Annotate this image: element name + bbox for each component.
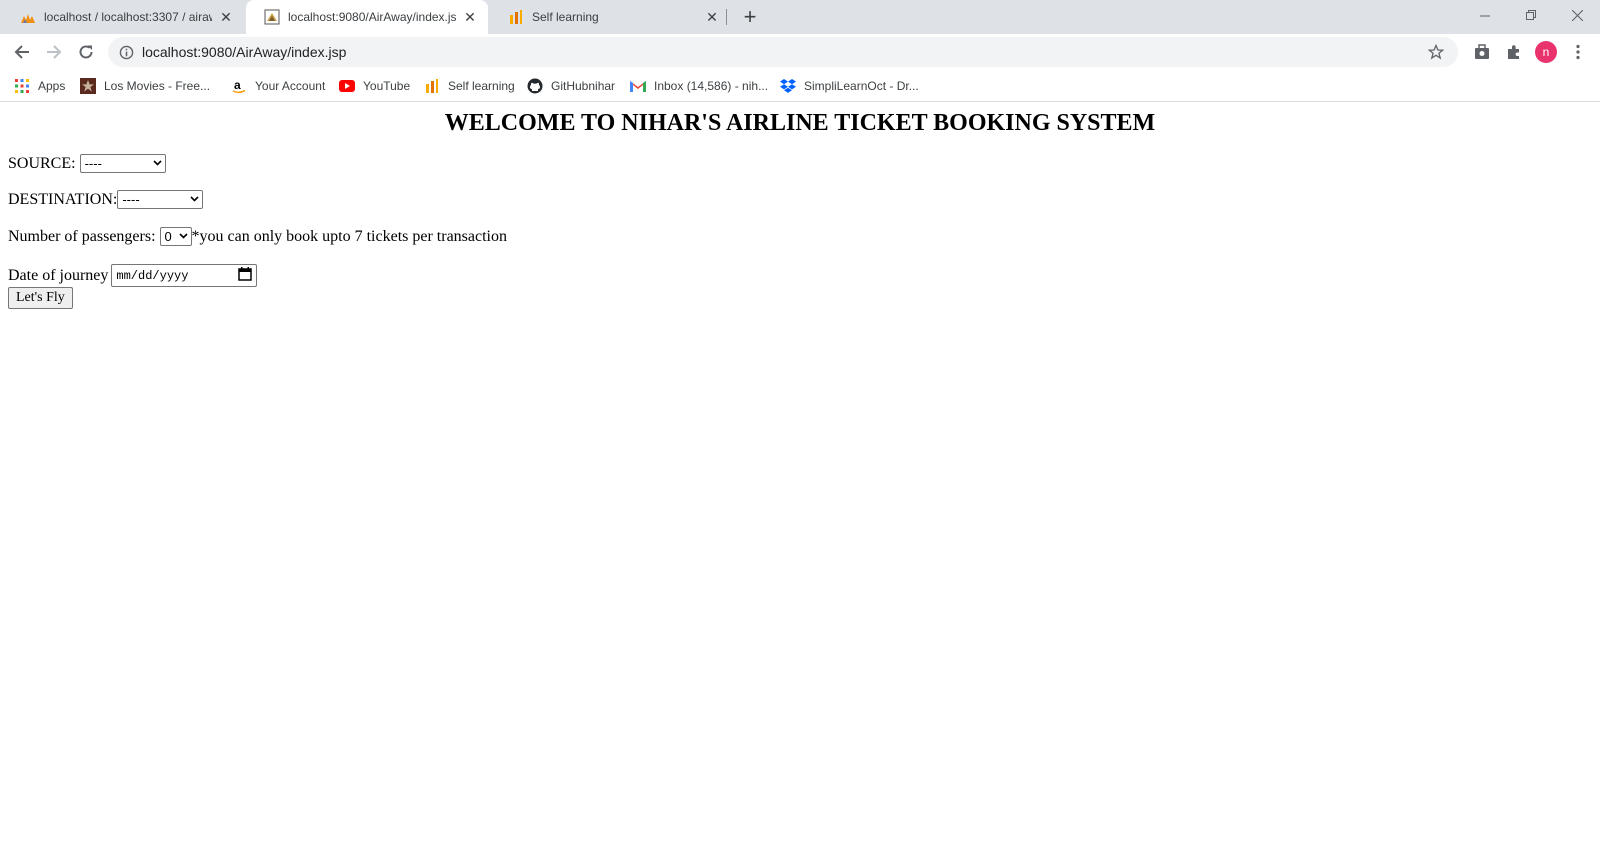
tab-title: Self learning (532, 10, 599, 24)
bookmark-self-learning[interactable]: Self learning (424, 76, 515, 96)
bookmark-dropbox[interactable]: SimpliLearnOct - Dr... (780, 76, 919, 96)
address-bar[interactable]: localhost:9080/AirAway/index.jsp (108, 37, 1458, 67)
page-favicon-icon (264, 9, 280, 25)
source-select[interactable]: ---- (79, 154, 166, 173)
bookmark-label: GitHubnihar (551, 79, 616, 93)
bookmark-github[interactable]: GitHubnihar (527, 76, 615, 96)
passengers-row: Number of passengers: 0 *you can only bo… (8, 227, 507, 246)
new-tab-button[interactable]: + (737, 4, 763, 30)
reload-button[interactable] (72, 38, 100, 66)
bookmark-label: Inbox (14,586) - nih... (654, 79, 769, 93)
analytics-icon (424, 78, 440, 94)
tab-phpmyadmin[interactable]: localhost / localhost:3307 / airaw ✕ (2, 0, 244, 34)
minimize-button[interactable] (1462, 0, 1508, 30)
tab-title: localhost / localhost:3307 / airaw (44, 10, 212, 24)
restore-button[interactable] (1508, 0, 1554, 30)
bookmark-apps[interactable]: Apps (14, 76, 65, 96)
destination-select[interactable]: ---- (117, 190, 204, 209)
destination-label: DESTINATION: (8, 190, 118, 208)
youtube-icon (339, 78, 355, 94)
page-title: WELCOME TO NIHAR'S AIRLINE TICKET BOOKIN… (444, 110, 1156, 136)
browser-toolbar: localhost:9080/AirAway/index.jsp n (0, 34, 1600, 70)
svg-text:a: a (234, 78, 241, 92)
tab-separator (726, 9, 727, 25)
close-icon[interactable]: ✕ (218, 9, 234, 25)
date-label: Date of journey (8, 266, 109, 284)
info-icon[interactable] (118, 44, 134, 60)
passengers-selected-value: 0 (164, 229, 172, 244)
url-text[interactable]: localhost:9080/AirAway/index.jsp (142, 44, 346, 60)
bookmark-your-account[interactable]: a Your Account (231, 76, 325, 96)
bookmark-label: YouTube (363, 79, 411, 93)
bookmark-label: SimpliLearnOct - Dr... (804, 79, 919, 93)
calendar-icon[interactable] (238, 266, 253, 285)
bookmark-label: Apps (38, 79, 66, 93)
source-row: SOURCE: ---- (8, 154, 166, 173)
back-button[interactable] (8, 38, 36, 66)
passengers-note: *you can only book upto 7 tickets per tr… (191, 227, 507, 245)
chevron-down-icon (178, 231, 188, 242)
extension-icon[interactable] (1470, 40, 1494, 64)
bookmark-label: Your Account (255, 79, 326, 93)
passengers-label: Number of passengers: (8, 227, 156, 245)
tab-airaway[interactable]: localhost:9080/AirAway/index.jsp ✕ (246, 0, 488, 34)
puzzle-icon[interactable] (1502, 40, 1526, 64)
lets-fly-button[interactable]: Let's Fly (8, 287, 73, 309)
tab-strip: localhost / localhost:3307 / airaw ✕ loc… (0, 0, 1600, 34)
passengers-select[interactable]: 0 (159, 227, 192, 246)
gmail-icon (630, 78, 646, 94)
close-icon[interactable]: ✕ (462, 9, 478, 25)
bookmark-label: Self learning (448, 79, 515, 93)
avatar[interactable]: n (1535, 41, 1557, 63)
dropbox-icon (780, 78, 796, 94)
analytics-icon (508, 9, 524, 25)
page-content: WELCOME TO NIHAR'S AIRLINE TICKET BOOKIN… (0, 102, 1600, 860)
close-window-button[interactable] (1554, 0, 1600, 30)
date-field[interactable]: mm/dd/yyyy (111, 264, 258, 287)
forward-button[interactable] (40, 38, 68, 66)
chevron-down-icon (190, 194, 199, 205)
source-selected-value: ---- (84, 156, 102, 171)
apps-grid-icon (14, 78, 30, 94)
close-icon[interactable]: ✕ (704, 9, 720, 25)
tab-title: localhost:9080/AirAway/index.jsp (288, 10, 456, 24)
amazon-icon: a (231, 78, 247, 94)
bookmark-los-movies[interactable]: Los Movies - Free... (80, 76, 210, 96)
bookmark-inbox[interactable]: Inbox (14,586) - nih... (630, 76, 768, 96)
bookmark-youtube[interactable]: YouTube (339, 76, 410, 96)
chevron-down-icon (153, 158, 162, 169)
destination-selected-value: ---- (122, 192, 140, 207)
movie-icon (80, 78, 96, 94)
tab-self-learning[interactable]: Self learning ✕ (490, 0, 730, 34)
bookmark-label: Los Movies - Free... (104, 79, 211, 93)
menu-icon[interactable] (1566, 40, 1590, 64)
github-icon (527, 78, 543, 94)
date-placeholder: mm/dd/yyyy (116, 268, 189, 283)
bookmarks-bar: Apps Los Movies - Free... a Your Account… (0, 70, 1600, 102)
star-icon[interactable] (1427, 43, 1445, 60)
source-label: SOURCE: (8, 154, 76, 172)
phpmyadmin-icon (20, 9, 36, 25)
date-row: Date of journey mm/dd/yyyy (8, 264, 258, 287)
destination-row: DESTINATION: ---- (8, 190, 204, 209)
